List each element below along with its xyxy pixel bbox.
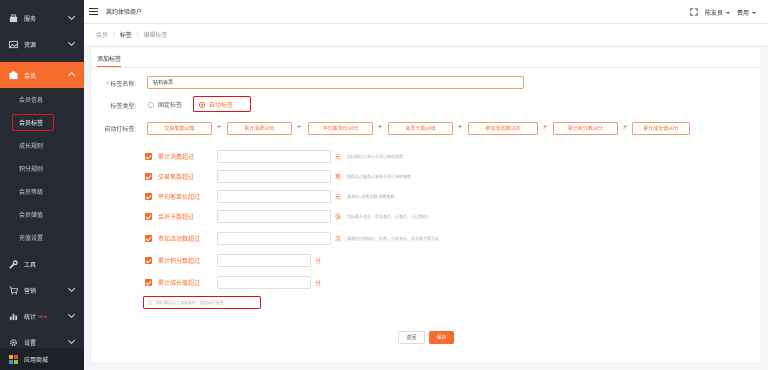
name-label: * 标签名称: bbox=[106, 82, 136, 88]
auto-tag-label: 自动打标签: bbox=[104, 127, 136, 133]
breadcrumb: 会员 / 标签 / 编辑标签 bbox=[84, 24, 768, 46]
sidebar-sub-growth-rules[interactable]: 成长规则 bbox=[0, 134, 84, 157]
chevron-down-icon bbox=[67, 284, 76, 293]
sidebar-item-label: 设置 bbox=[24, 340, 37, 347]
breadcrumb-tags[interactable]: 标签 bbox=[120, 30, 132, 39]
breadcrumb-member[interactable]: 会员 bbox=[96, 30, 108, 39]
store-name: 莴约体验商户 bbox=[106, 10, 143, 16]
app-grid-icon bbox=[9, 354, 18, 364]
chip-growth: 累计成长值≥0分 bbox=[632, 122, 690, 135]
chevron-down-icon bbox=[67, 12, 76, 21]
cart-icon bbox=[9, 285, 18, 295]
checkbox[interactable] bbox=[145, 235, 152, 242]
condition-input[interactable] bbox=[217, 190, 331, 203]
chevron-up-icon bbox=[67, 71, 76, 80]
sidebar-item-member[interactable]: 会员 bbox=[0, 62, 84, 88]
chip-points: 累计积分数≥0分 bbox=[553, 122, 618, 135]
chevron-down-icon bbox=[67, 336, 76, 345]
chevron-down-icon bbox=[67, 38, 76, 47]
sidebar-item-resources[interactable]: 资源 bbox=[0, 31, 84, 57]
radio-fixed-tag[interactable]: 固定标签 bbox=[148, 100, 182, 109]
condition-activity-count: 参加活动数超过 次 顾客拍过的砍价、秒杀、分享有礼、好友助力等活动 bbox=[145, 232, 439, 245]
condition-input[interactable] bbox=[217, 150, 331, 163]
sidebar-item-label: 营销 bbox=[24, 288, 37, 295]
new-badge: NEW bbox=[38, 313, 48, 319]
sidebar-sub-member-tags[interactable]: 会员标签 bbox=[0, 111, 84, 134]
sidebar-item-label: 工具 bbox=[24, 262, 37, 269]
chip-avg-order: 平均客单价≥0元 bbox=[308, 122, 373, 135]
checkbox[interactable] bbox=[145, 153, 152, 160]
condition-card-count: 会员卡数超过 张 包括属于会员（含未激活、已激活、已过期的） bbox=[145, 210, 431, 223]
user-name: 陈友良 bbox=[704, 10, 723, 17]
condition-input[interactable] bbox=[217, 276, 311, 289]
condition-trade-count: 交易笔数超过 笔 指购买过服务订单和卡项订单的笔数 bbox=[145, 170, 411, 183]
condition-avg-order: 平均客单价超过 元 客单价=消费总额/消费笔数 bbox=[145, 190, 394, 203]
save-button[interactable]: 保存 bbox=[429, 331, 454, 344]
sidebar-sub-member-balance[interactable]: 会员储值 bbox=[0, 203, 84, 226]
radio-auto-tag[interactable]: 自动标签 bbox=[199, 100, 233, 109]
condition-input[interactable] bbox=[217, 232, 331, 245]
condition-total-spend: 累计消费超过 元 包括微信订单与卡项订单的消费 bbox=[145, 150, 403, 163]
tag-name-input[interactable]: 钻石会员 bbox=[147, 76, 524, 89]
breadcrumb-edit-tag: 编辑标签 bbox=[143, 33, 168, 39]
gear-icon bbox=[10, 338, 17, 346]
condition-points: 累计积分数超过 分 bbox=[145, 254, 325, 267]
sidebar-item-tools[interactable]: 工具 bbox=[0, 251, 84, 277]
chip-trade-count: 交易笔数≥0笔 bbox=[147, 122, 212, 135]
condition-input[interactable] bbox=[217, 170, 331, 183]
condition-growth: 累计成长值超过 分 bbox=[145, 276, 325, 289]
image-icon bbox=[9, 40, 18, 48]
caret-down-icon bbox=[725, 11, 730, 14]
chip-card-count: 会员卡数≥0张 bbox=[388, 122, 453, 135]
checkbox[interactable] bbox=[145, 257, 152, 264]
menu-toggle-icon[interactable] bbox=[89, 8, 98, 15]
fee-menu[interactable]: 费用 bbox=[737, 8, 756, 17]
back-button[interactable]: 返回 bbox=[398, 331, 425, 344]
sidebar-sub-points-rules[interactable]: 积分规则 bbox=[0, 157, 84, 180]
sidebar: 服务 资源 会员 会员信息 会员标签 成长规则 积分规则 会员等级 会员储值 充… bbox=[0, 0, 84, 370]
card-divider bbox=[92, 67, 760, 68]
sidebar-sub-member-level[interactable]: 会员等级 bbox=[0, 180, 84, 203]
auto-tag-note: 注：同时满足以上勾选条件，则自动打标签 bbox=[143, 296, 261, 309]
checkbox[interactable] bbox=[145, 173, 152, 180]
wrench-icon bbox=[9, 259, 18, 269]
highlight-box bbox=[12, 114, 54, 131]
sidebar-item-label: 服务 bbox=[24, 16, 37, 23]
chevron-down-icon bbox=[67, 310, 76, 319]
checkbox[interactable] bbox=[145, 279, 152, 286]
service-icon bbox=[9, 13, 18, 22]
checkbox[interactable] bbox=[145, 213, 152, 220]
caret-down-icon bbox=[752, 11, 756, 14]
bar-chart-icon bbox=[9, 313, 18, 320]
sidebar-item-marketing[interactable]: 营销 bbox=[0, 277, 84, 303]
app-mall-button[interactable]: 应用商城 bbox=[0, 348, 84, 370]
condition-input[interactable] bbox=[217, 254, 311, 267]
sidebar-sub-member-info[interactable]: 会员信息 bbox=[0, 88, 84, 111]
app-mall-label: 应用商城 bbox=[24, 357, 49, 364]
type-label: 标签类型: bbox=[110, 104, 136, 110]
checkbox[interactable] bbox=[145, 193, 152, 200]
sidebar-sub-recharge-settings[interactable]: 充值设置 bbox=[0, 226, 84, 249]
sidebar-item-service[interactable]: 服务 bbox=[0, 5, 84, 31]
top-header: 莴约体验商户 陈友良 费用 bbox=[84, 0, 768, 24]
chip-total-spend: 累计消费≥0元 bbox=[227, 122, 292, 135]
sidebar-item-label: 资源 bbox=[24, 42, 37, 49]
member-icon bbox=[9, 70, 18, 79]
sidebar-item-label: 统计 bbox=[24, 314, 37, 321]
fullscreen-icon[interactable] bbox=[690, 8, 698, 16]
user-menu[interactable]: 陈友良 bbox=[705, 8, 730, 17]
chip-activity-count: 参加活动数≥0次 bbox=[468, 122, 538, 135]
card-title: 添加标签 bbox=[97, 54, 122, 67]
sidebar-item-label: 会员 bbox=[24, 73, 37, 80]
fee-label: 费用 bbox=[736, 10, 749, 17]
condition-input[interactable] bbox=[217, 210, 331, 223]
sidebar-item-statistics[interactable]: 统计 NEW bbox=[0, 303, 84, 329]
form-card bbox=[92, 48, 760, 362]
